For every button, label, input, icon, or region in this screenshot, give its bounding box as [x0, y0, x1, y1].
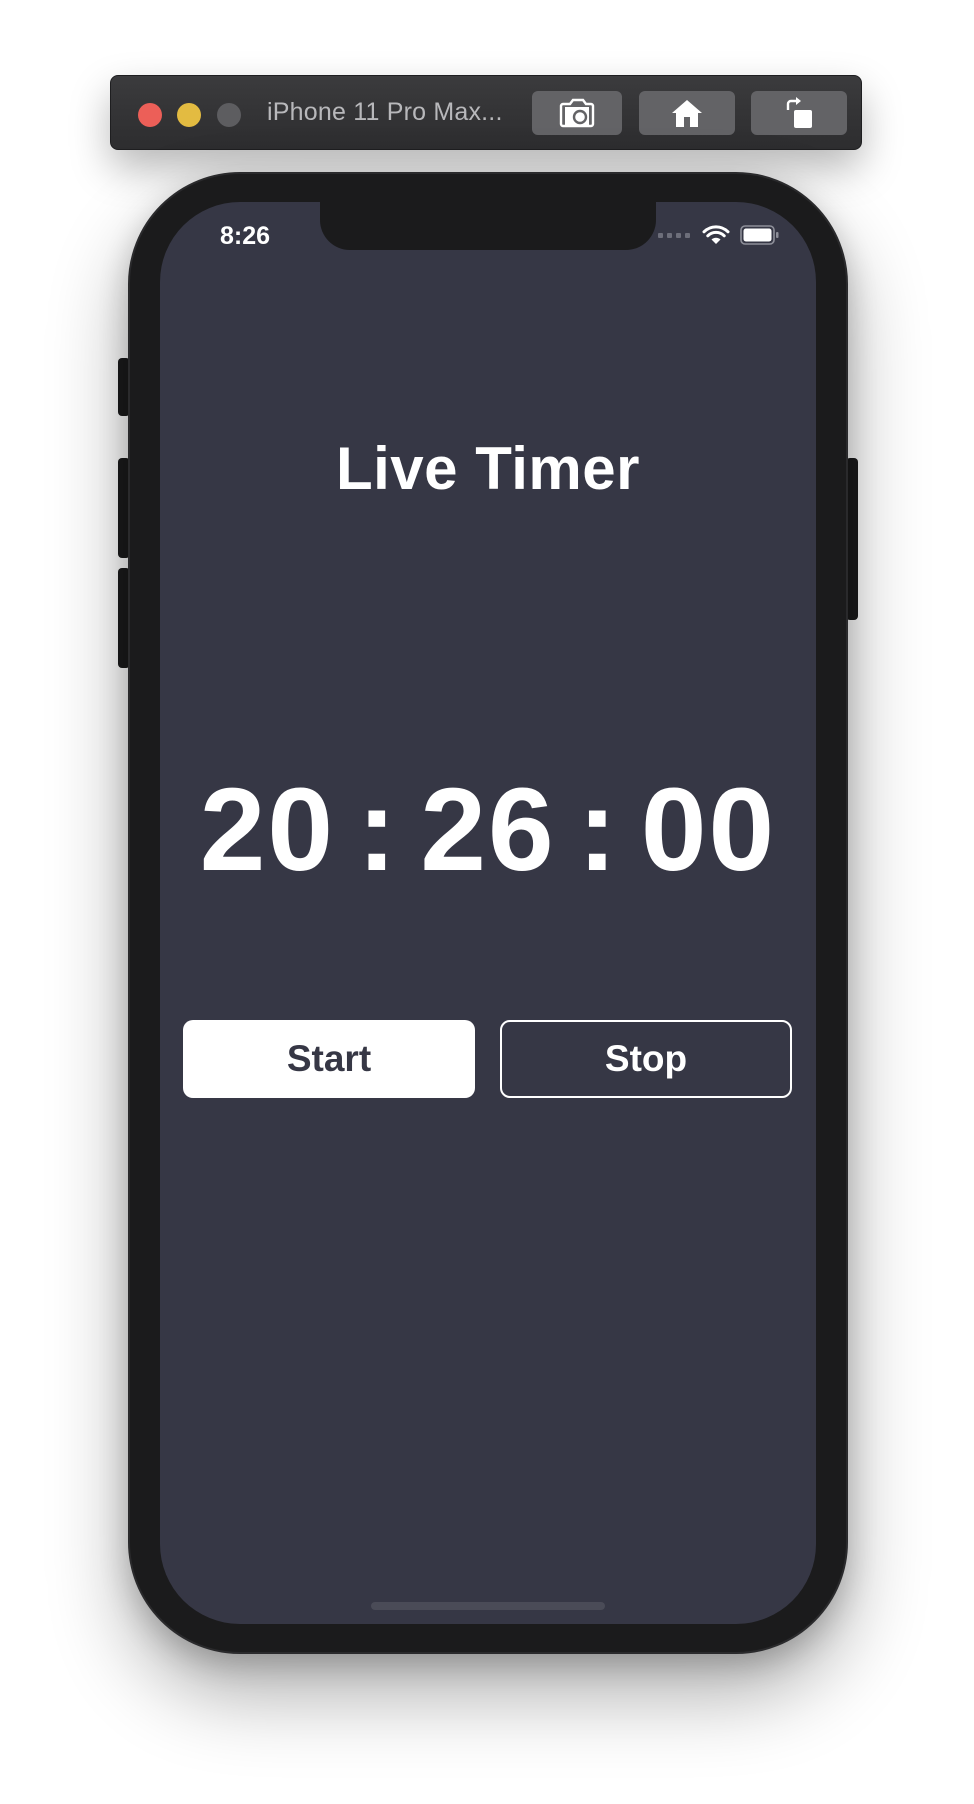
status-time: 8:26 — [220, 222, 271, 250]
home-icon — [672, 100, 702, 127]
signal-icon — [658, 232, 690, 238]
timer-separator: : — [577, 764, 619, 896]
phone-screen: 8:26 Live Timer 20 : 26 : 00 Start Stop — [160, 202, 816, 1624]
window-minimize-button[interactable] — [177, 103, 201, 127]
simulator-toolbar: iPhone 11 Pro Max... — [110, 75, 862, 150]
screenshot-button[interactable] — [532, 91, 622, 135]
page-title: Live Timer — [335, 435, 641, 502]
timer-display: 20 : 26 : 00 — [160, 762, 816, 898]
camera-icon — [559, 98, 595, 128]
timer-minutes: 26 — [420, 764, 556, 896]
start-button-label: Start — [286, 1038, 372, 1079]
battery-icon — [740, 225, 779, 245]
window-zoom-button[interactable] — [217, 103, 241, 127]
timer-hours: 20 — [199, 764, 336, 896]
simulator-stage: iPhone 11 Pro Max... 8:26 Live Timer 20 … — [0, 0, 974, 1804]
timer-separator: : — [357, 764, 399, 896]
notch — [320, 202, 656, 250]
stop-button-label: Stop — [604, 1038, 688, 1079]
start-button[interactable]: Start — [183, 1020, 475, 1098]
timer-seconds: 00 — [640, 764, 777, 896]
home-indicator[interactable] — [371, 1602, 605, 1610]
stop-button[interactable]: Stop — [500, 1020, 792, 1098]
wifi-icon — [702, 225, 730, 244]
home-button[interactable] — [639, 91, 735, 135]
window-close-button[interactable] — [138, 103, 162, 127]
rotate-button[interactable] — [751, 91, 847, 135]
simulator-title: iPhone 11 Pro Max... — [267, 98, 503, 126]
rotate-icon — [786, 97, 812, 128]
status-icons — [658, 224, 780, 246]
